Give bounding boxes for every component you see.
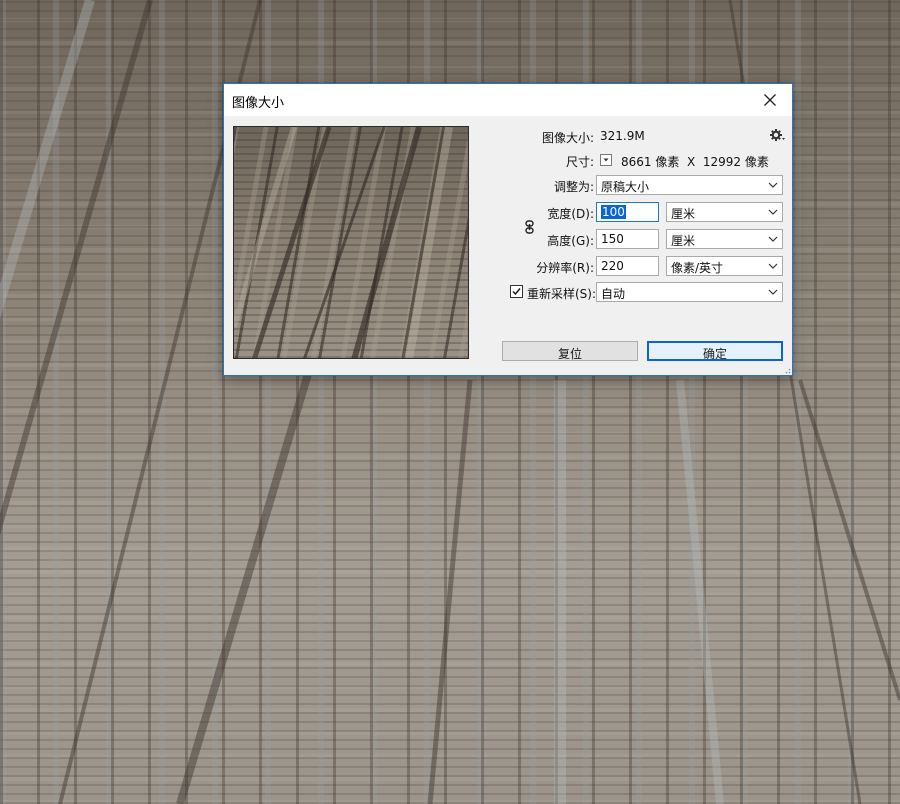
resample-select[interactable]: 自动 xyxy=(596,282,783,302)
dimensions-unit-dropdown[interactable] xyxy=(600,154,612,166)
dialog-title: 图像大小 xyxy=(232,96,285,111)
image-size-value: 321.9M xyxy=(600,129,645,143)
width-unit-select[interactable]: 厘米 xyxy=(666,202,783,222)
ok-button[interactable]: 确定 xyxy=(647,341,783,361)
resolution-label: 分辨率(R): xyxy=(536,261,594,275)
dimensions-value: 8661 像素 X 12992 像素 xyxy=(621,155,769,169)
close-icon xyxy=(764,94,776,106)
resolution-unit: 像素/英寸 xyxy=(671,261,724,275)
height-unit-select[interactable]: 厘米 xyxy=(666,229,783,249)
image-preview[interactable] xyxy=(233,126,469,359)
fit-to-select[interactable]: 原稿大小 xyxy=(596,175,783,195)
resample-value: 自动 xyxy=(601,287,626,301)
checkmark-icon xyxy=(512,288,521,296)
image-size-label: 图像大小: xyxy=(541,131,594,145)
gear-icon[interactable] xyxy=(769,128,785,144)
resolution-unit-select[interactable]: 像素/英寸 xyxy=(666,256,783,276)
chevron-down-icon xyxy=(768,236,778,242)
height-label: 高度(G): xyxy=(547,234,594,248)
chevron-down-icon xyxy=(603,158,609,162)
dimensions-label: 尺寸: xyxy=(565,155,594,169)
chevron-down-icon xyxy=(768,182,778,188)
resample-checkbox[interactable] xyxy=(510,285,523,298)
resolution-input[interactable]: 220 xyxy=(596,256,659,276)
resample-label: 重新采样(S): xyxy=(527,287,597,301)
resize-grip-icon[interactable] xyxy=(783,366,791,374)
height-value: 150 xyxy=(601,232,624,246)
chevron-down-icon xyxy=(768,289,778,295)
close-button[interactable] xyxy=(748,84,792,116)
image-size-dialog: 图像大小 图像大小: 321.9M 尺寸: 8661 像素 X 12992 像素… xyxy=(223,83,793,376)
height-unit: 厘米 xyxy=(671,234,696,248)
chevron-down-icon xyxy=(768,209,778,215)
dialog-titlebar[interactable]: 图像大小 xyxy=(224,84,792,116)
preview-grain xyxy=(234,127,453,358)
width-value: 100 xyxy=(601,205,626,219)
width-input[interactable]: 100 xyxy=(596,202,659,222)
resolution-value: 220 xyxy=(601,259,624,273)
reset-button[interactable]: 复位 xyxy=(502,341,638,361)
width-label: 宽度(D): xyxy=(547,207,594,221)
chevron-down-icon xyxy=(768,263,778,269)
width-unit: 厘米 xyxy=(671,207,696,221)
height-input[interactable]: 150 xyxy=(596,229,659,249)
fit-to-label: 调整为: xyxy=(553,180,594,194)
fit-to-value: 原稿大小 xyxy=(601,180,650,194)
